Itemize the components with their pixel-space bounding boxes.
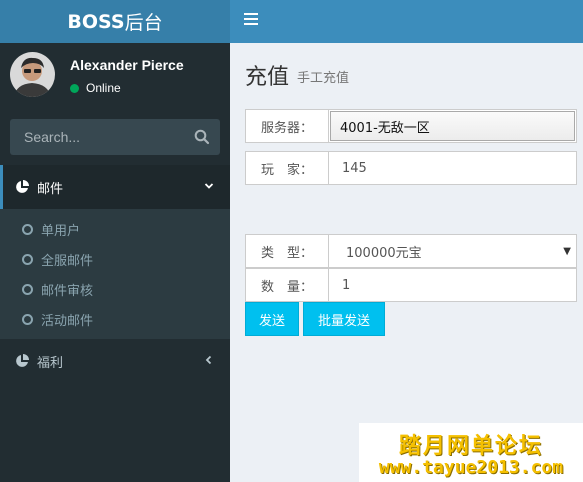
sidebar-subitem-event-mail[interactable]: 活动邮件 [0,304,230,334]
user-status: Online [70,81,121,95]
chevron-down-icon [204,183,214,189]
sidebar-subitem-label: 单用户 [41,223,81,239]
logo-bold: BOSS [67,10,125,33]
online-status-icon [70,83,79,93]
circle-icon [22,223,33,235]
quantity-input[interactable]: 1 [329,269,576,301]
sidebar-item-welfare[interactable]: 福利 [0,339,230,383]
watermark-url: www.tayue2013.com [378,457,564,478]
watermark: 踏月网单论坛 www.tayue2013.com [359,423,583,482]
sidebar: Alexander Pierce Online 邮件 [0,43,230,482]
quantity-row: 数 量： 1 [245,268,577,302]
quantity-label: 数 量： [246,269,329,301]
player-row: 玩 家： 145 [245,151,577,185]
page-title: 充值 [245,65,290,90]
watermark-title: 踏月网单论坛 [398,434,543,459]
sidebar-submenu-mail: 单用户 全服邮件 邮件审核 活动邮件 [0,209,230,339]
caret-down-icon: ▼ [563,246,571,257]
circle-icon [22,253,33,265]
pie-chart-icon [16,354,29,367]
server-label: 服务器： [246,110,329,142]
search-icon[interactable] [194,129,210,145]
sidebar-subitem-mail-review[interactable]: 邮件审核 [0,274,230,304]
logo-text: 后台 [124,12,163,34]
sidebar-item-label: 福利 [37,355,64,371]
player-input[interactable]: 145 [329,152,576,184]
page-subtitle: 手工充值 [297,71,350,86]
batch-send-button[interactable]: 批量发送 [303,302,385,336]
type-label: 类 型： [246,235,329,267]
type-row: 类 型： 100000元宝 ▼ [245,234,577,268]
pie-chart-icon [16,180,29,193]
search-input[interactable] [10,119,185,155]
circle-icon [22,283,33,295]
user-status-label: Online [86,81,121,95]
top-navbar [230,0,583,43]
server-row: 服务器： 4001-无敌一区 [245,109,577,143]
sidebar-subitem-all-server-mail[interactable]: 全服邮件 [0,244,230,274]
server-select[interactable]: 4001-无敌一区 [330,111,575,141]
sidebar-toggle-icon[interactable] [244,13,258,25]
app-logo[interactable]: BOSS 后台 [0,0,230,43]
sidebar-subitem-label: 邮件审核 [41,283,94,299]
main-content: 充值 手工充值 服务器： 4001-无敌一区 玩 家： 145 类 型： 100… [230,43,583,482]
sidebar-menu: 邮件 单用户 全服邮件 邮件审核 活动邮件 福利 [0,165,230,383]
sidebar-subitem-label: 全服邮件 [41,253,94,269]
avatar [10,52,55,97]
sidebar-subitem-label: 活动邮件 [41,313,94,329]
player-label: 玩 家： [246,152,329,184]
circle-icon [22,313,33,325]
type-select-value: 100000元宝 [346,245,422,261]
user-name: Alexander Pierce [70,57,184,73]
sidebar-subitem-single-user[interactable]: 单用户 [0,214,230,244]
chevron-left-icon [205,355,212,365]
sidebar-item-mail[interactable]: 邮件 [0,165,230,209]
sidebar-item-label: 邮件 [37,181,64,197]
user-panel: Alexander Pierce Online [0,43,230,109]
type-select[interactable]: 100000元宝 ▼ [329,235,576,267]
sidebar-search [10,119,220,155]
send-button[interactable]: 发送 [245,302,299,336]
